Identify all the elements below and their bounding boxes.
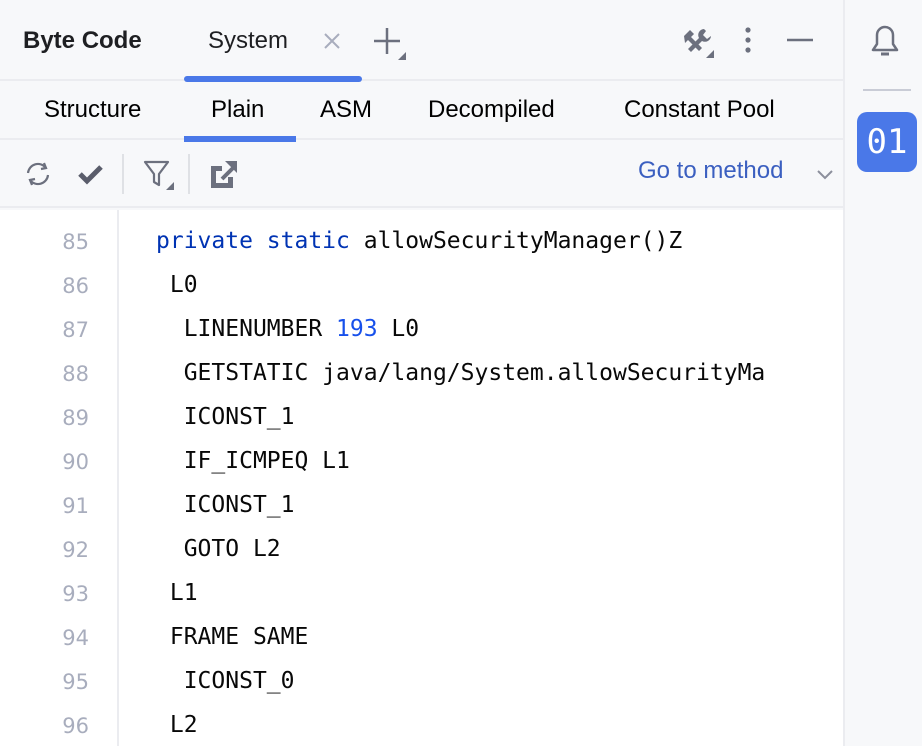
- line-number: 95: [62, 670, 89, 694]
- code-line[interactable]: 87 LINENUMBER 193 L0: [0, 304, 843, 348]
- bytecode-tool-button[interactable]: 01: [857, 112, 917, 172]
- tab-structure[interactable]: Structure: [44, 81, 159, 140]
- code-line[interactable]: 86 L0: [0, 260, 843, 304]
- open-external-icon[interactable]: [208, 158, 240, 190]
- add-tab-icon[interactable]: [372, 26, 406, 60]
- code-token: L0: [169, 272, 198, 298]
- line-number: 88: [62, 362, 89, 386]
- code-text: ICONST_1: [156, 404, 295, 430]
- code-text: ICONST_1: [156, 492, 295, 518]
- view-tabs: Structure Plain ASM Decompiled Constant …: [0, 81, 843, 142]
- code-token: ICONST_1: [183, 492, 295, 518]
- tab-decompiled[interactable]: Decompiled: [428, 81, 574, 140]
- line-number: 92: [62, 538, 89, 562]
- code-token: GOTO L2: [183, 536, 281, 562]
- tab-constant-pool[interactable]: Constant Pool: [624, 81, 799, 140]
- code-token: L0: [377, 316, 420, 342]
- code-token: IF_ICMPEQ L1: [183, 448, 350, 474]
- code-text: L2: [156, 712, 198, 738]
- code-token: LINENUMBER: [183, 316, 337, 342]
- code-text: GOTO L2: [156, 536, 281, 562]
- checkmark-icon[interactable]: [75, 158, 107, 190]
- code-token: FRAME SAME: [169, 624, 309, 650]
- toolbar-separator: [188, 154, 190, 194]
- bytecode-tool-window: Byte Code System Structure Plain ASM Dec…: [0, 0, 843, 746]
- tab-plain[interactable]: Plain: [184, 81, 296, 142]
- code-text: LINENUMBER 193 L0: [156, 316, 419, 342]
- number-token: 193: [336, 316, 378, 342]
- tool-window-title: Byte Code: [23, 27, 142, 54]
- code-line[interactable]: 85 private static allowSecurityManager()Z: [0, 216, 843, 260]
- file-tab-label: System: [208, 27, 289, 54]
- code-line[interactable]: 96 L2: [0, 700, 843, 744]
- tab-asm[interactable]: ASM: [320, 81, 380, 140]
- code-line[interactable]: 88 GETSTATIC java/lang/System.allowSecur…: [0, 348, 843, 392]
- line-number: 85: [62, 230, 89, 254]
- code-text: FRAME SAME: [156, 624, 308, 650]
- right-tool-strip: 01: [843, 0, 922, 746]
- code-token: allowSecurityManager()Z: [363, 228, 683, 254]
- bell-icon[interactable]: [865, 20, 905, 60]
- minimize-icon[interactable]: [783, 24, 817, 58]
- line-number: 96: [62, 714, 89, 738]
- code-text: L0: [156, 272, 198, 298]
- line-number: 93: [62, 582, 89, 606]
- strip-separator: [863, 89, 911, 91]
- code-text: private static allowSecurityManager()Z: [156, 228, 682, 254]
- more-options-icon[interactable]: [731, 24, 765, 58]
- code-text: L1: [156, 580, 198, 606]
- code-text: ICONST_0: [156, 668, 295, 694]
- code-text: GETSTATIC java/lang/System.allowSecurity…: [156, 360, 766, 386]
- chevron-down-icon[interactable]: [815, 164, 835, 184]
- code-text: IF_ICMPEQ L1: [156, 448, 350, 474]
- line-number: 91: [62, 494, 89, 518]
- code-line[interactable]: 95 ICONST_0: [0, 656, 843, 700]
- toolbar-separator: [122, 154, 124, 194]
- build-tools-icon[interactable]: [680, 24, 714, 58]
- code-line[interactable]: 91 ICONST_1: [0, 480, 843, 524]
- refresh-icon[interactable]: [22, 158, 54, 190]
- code-token: GETSTATIC java/lang/System.allowSecurity…: [183, 360, 766, 386]
- code-line[interactable]: 90 IF_ICMPEQ L1: [0, 436, 843, 480]
- go-to-method-dropdown[interactable]: Go to method: [638, 157, 783, 185]
- editor-toolbar: Go to method: [0, 140, 843, 208]
- code-token: ICONST_0: [183, 668, 295, 694]
- filter-icon[interactable]: [142, 158, 174, 190]
- line-number: 89: [62, 406, 89, 430]
- code-token: L1: [169, 580, 198, 606]
- line-number: 87: [62, 318, 89, 342]
- bytecode-editor[interactable]: 85 private static allowSecurityManager()Z…: [0, 210, 843, 746]
- code-line[interactable]: 89 ICONST_1: [0, 392, 843, 436]
- tool-window-header: Byte Code System: [0, 0, 843, 82]
- keyword-token: private static: [156, 228, 364, 254]
- line-number: 90: [62, 450, 89, 474]
- code-token: ICONST_1: [183, 404, 295, 430]
- line-number: 94: [62, 626, 89, 650]
- code-line[interactable]: 92 GOTO L2: [0, 524, 843, 568]
- line-number: 86: [62, 274, 89, 298]
- code-line[interactable]: 94 FRAME SAME: [0, 612, 843, 656]
- code-line[interactable]: 93 L1: [0, 568, 843, 612]
- code-token: L2: [169, 712, 198, 738]
- close-tab-icon[interactable]: [322, 31, 342, 51]
